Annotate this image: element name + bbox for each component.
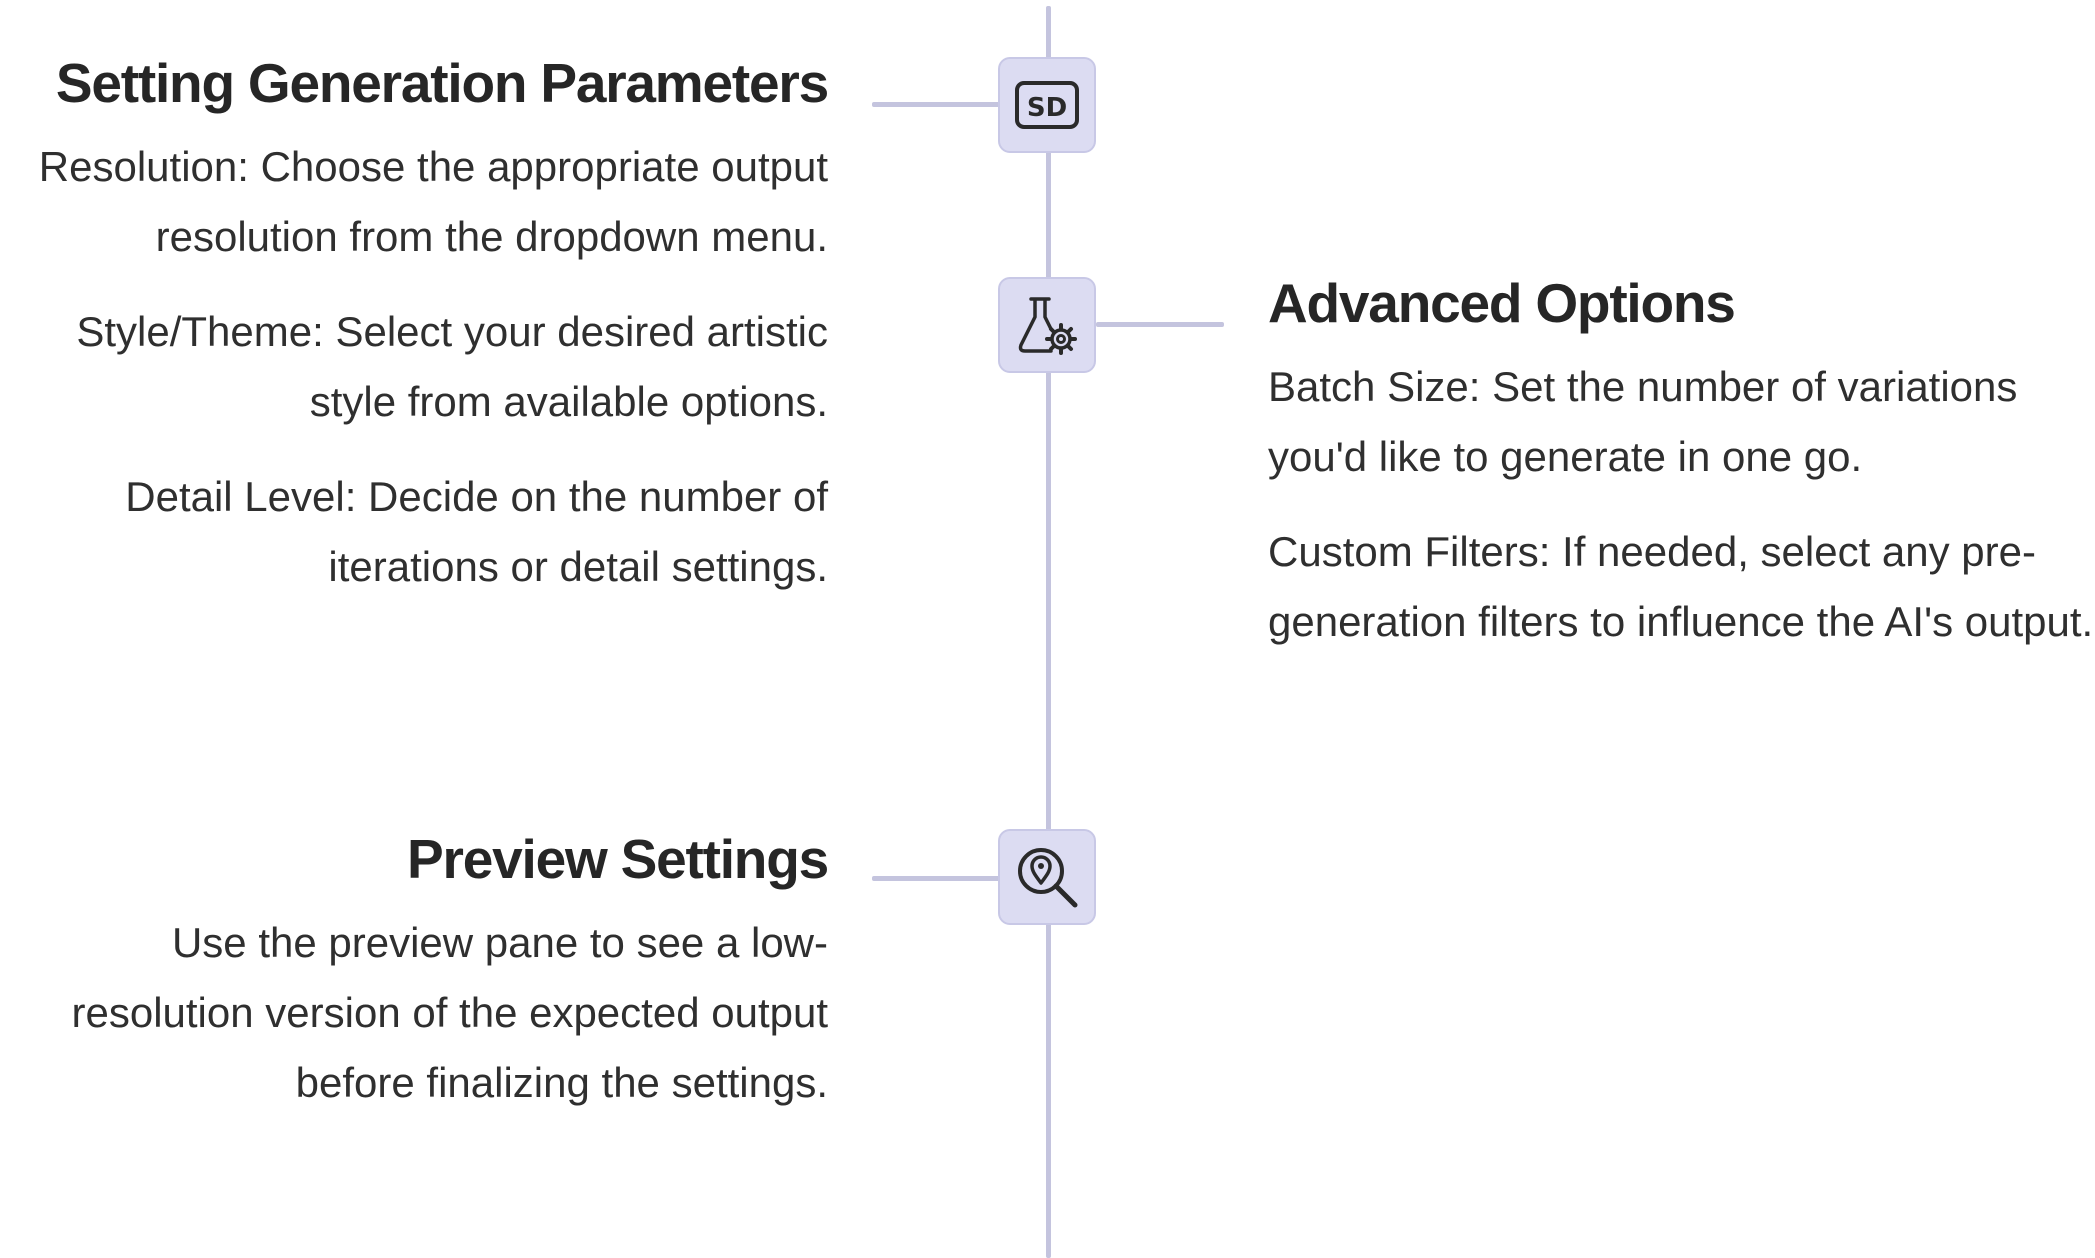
section-paragraph: Batch Size: Set the number of variations… bbox=[1268, 363, 2018, 480]
section-generation: Setting Generation Parameters Resolution… bbox=[0, 50, 829, 602]
icon-box-generation: SD bbox=[998, 57, 1096, 153]
section-title: Setting Generation Parameters bbox=[55, 52, 829, 114]
section-paragraph: Custom Filters: If needed, select any pr… bbox=[1268, 528, 2094, 645]
flask-gear-icon bbox=[1011, 293, 1083, 357]
section-paragraph: Resolution: Choose the appropriate outpu… bbox=[38, 143, 828, 260]
svg-text:SD: SD bbox=[1027, 93, 1067, 123]
section-title: Advanced Options bbox=[1268, 272, 1736, 334]
sd-badge-icon: SD bbox=[1012, 75, 1082, 135]
section-title: Preview Settings bbox=[407, 828, 829, 890]
search-location-icon bbox=[1011, 841, 1083, 913]
section-paragraph: Style/Theme: Select your desired artisti… bbox=[76, 308, 828, 425]
icon-box-advanced bbox=[998, 277, 1096, 373]
section-paragraph: Use the preview pane to see a low-resolu… bbox=[71, 919, 829, 1106]
icon-box-preview bbox=[998, 829, 1096, 925]
timeline-spine bbox=[1046, 6, 1051, 1258]
section-preview: Preview Settings Use the preview pane to… bbox=[0, 826, 830, 1118]
section-paragraph: Detail Level: Decide on the number of it… bbox=[125, 473, 828, 590]
section-advanced: Advanced Options Batch Size: Set the num… bbox=[1268, 270, 2095, 657]
connector-advanced bbox=[1096, 322, 1224, 327]
